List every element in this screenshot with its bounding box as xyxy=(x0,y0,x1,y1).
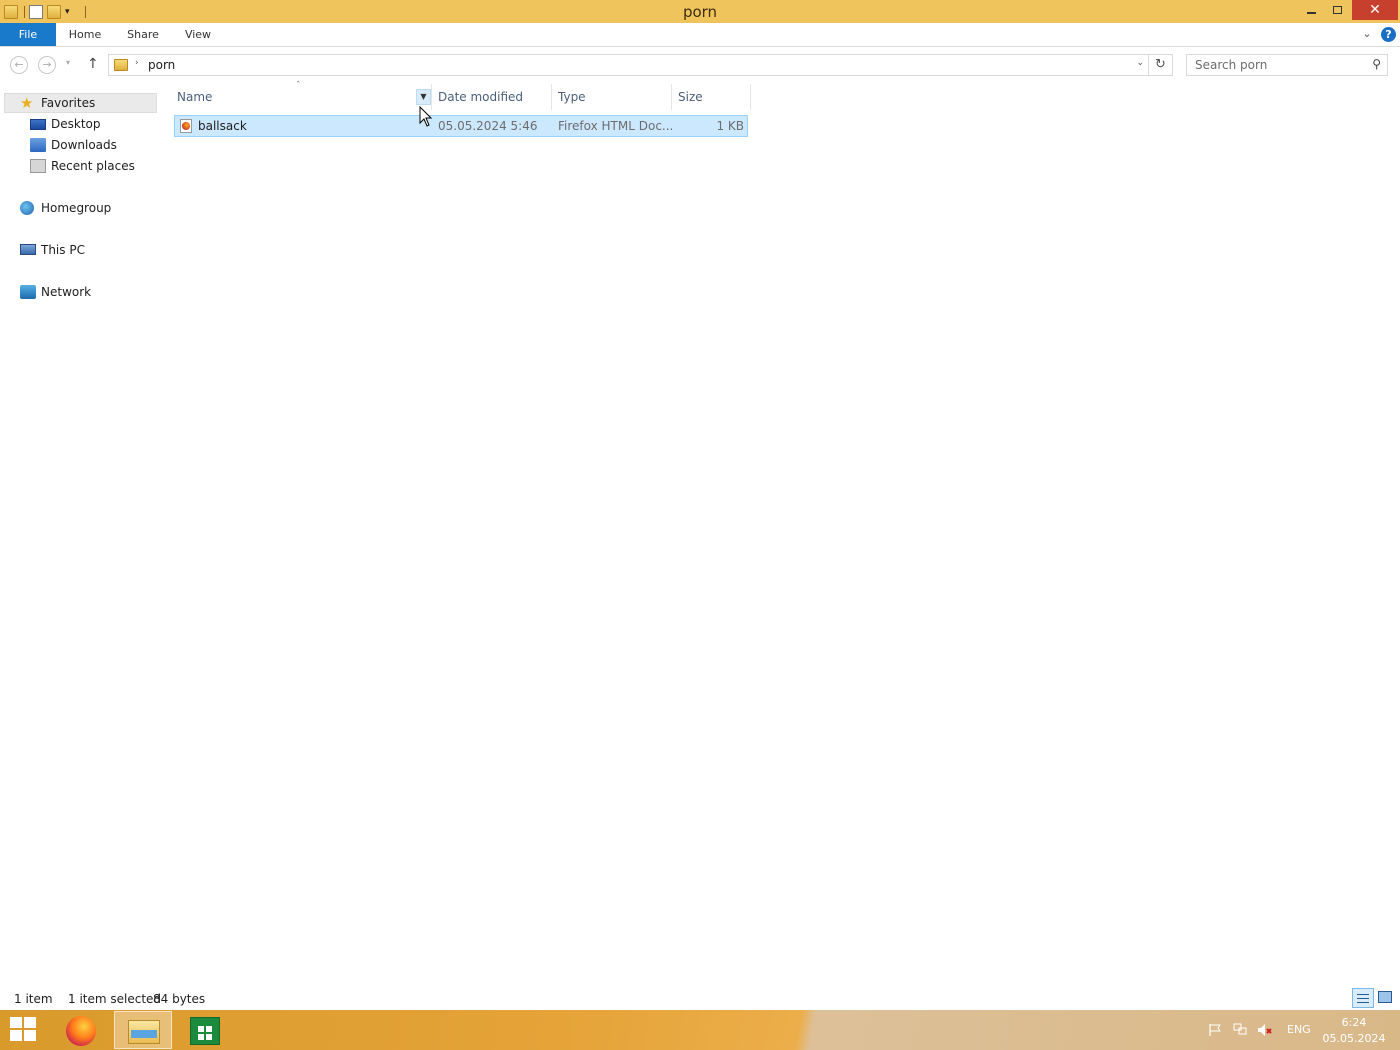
up-button[interactable]: ↑ xyxy=(87,56,99,72)
minimize-button[interactable] xyxy=(1298,0,1324,20)
status-bar: 1 item 1 item selected 84 bytes xyxy=(0,988,1400,1010)
taskbar-firefox[interactable] xyxy=(52,1011,110,1049)
nav-recent-places-label: Recent places xyxy=(51,159,135,173)
file-row-ballsack[interactable]: ballsack 05.05.2024 5:46 Firefox HTML Do… xyxy=(174,115,748,137)
breadcrumb-separator-icon[interactable]: › xyxy=(135,58,139,68)
column-header-date-modified[interactable]: Date modified xyxy=(433,84,552,110)
status-selection: 1 item selected xyxy=(68,992,162,1006)
taskbar: ENG 6:24 05.05.2024 xyxy=(0,1010,1400,1050)
nav-desktop-label: Desktop xyxy=(51,117,101,131)
address-history-chevron-down-icon[interactable]: ⌄ xyxy=(1136,58,1144,68)
column-header-name[interactable]: Name ˆ ▼ xyxy=(172,81,432,110)
back-button[interactable]: ← xyxy=(10,56,28,74)
windows-logo-icon xyxy=(24,1017,36,1028)
title-bar: ▾ porn ✕ xyxy=(0,0,1400,23)
ribbon: File Home Share View ⌄ ? xyxy=(0,23,1400,47)
search-icon[interactable]: ⚲ xyxy=(1372,57,1381,71)
homegroup-icon xyxy=(20,201,34,215)
close-button[interactable]: ✕ xyxy=(1352,0,1398,20)
navigation-pane: ★ Favorites Desktop Downloads Recent pla… xyxy=(0,90,160,990)
clock-time: 6:24 xyxy=(1341,1016,1367,1029)
firefox-icon xyxy=(66,1016,96,1046)
help-icon[interactable]: ? xyxy=(1381,27,1396,42)
file-type: Firefox HTML Doc... xyxy=(558,119,673,133)
status-selection-size: 84 bytes xyxy=(153,992,206,1006)
computer-icon xyxy=(20,244,36,255)
tab-share[interactable]: Share xyxy=(120,23,166,46)
search-box[interactable]: ⚲ xyxy=(1186,54,1388,76)
tab-file[interactable]: File xyxy=(0,23,56,46)
forward-button[interactable]: → xyxy=(38,56,56,74)
details-view-button[interactable] xyxy=(1352,988,1374,1008)
file-size: 1 KB xyxy=(716,119,744,133)
recent-locations-chevron-down-icon[interactable]: ▾ xyxy=(66,58,70,67)
clock-date: 05.05.2024 xyxy=(1322,1032,1386,1045)
nav-this-pc-label: This PC xyxy=(41,243,85,257)
store-logo-icon xyxy=(198,1026,204,1032)
action-center-flag-icon[interactable] xyxy=(1208,1023,1222,1037)
start-button[interactable] xyxy=(10,1017,38,1043)
network-status-icon[interactable] xyxy=(1233,1023,1248,1037)
breadcrumb-porn[interactable]: porn xyxy=(148,58,175,72)
file-date-modified: 05.05.2024 5:46 xyxy=(438,119,538,133)
nav-favorites-label: Favorites xyxy=(41,96,96,110)
file-list[interactable]: Name ˆ ▼ Date modified Type Size ballsac… xyxy=(172,81,1400,984)
file-name: ballsack xyxy=(198,119,247,133)
column-header-name-label: Name xyxy=(177,90,213,104)
navigation-bar: ← → ▾ ↑ › porn ⌄ ↻ ⚲ xyxy=(0,48,1400,82)
input-language[interactable]: ENG xyxy=(1287,1010,1311,1050)
store-icon xyxy=(190,1017,220,1045)
store-logo-icon xyxy=(198,1034,204,1040)
details-view-icon xyxy=(1357,1002,1369,1003)
expand-ribbon-chevron-down-icon[interactable]: ⌄ xyxy=(1360,27,1374,41)
recent-places-icon xyxy=(30,159,46,173)
taskbar-clock[interactable]: 6:24 05.05.2024 xyxy=(1318,1015,1390,1047)
restore-button[interactable] xyxy=(1324,0,1350,20)
taskbar-file-explorer[interactable] xyxy=(114,1011,172,1049)
file-explorer-icon xyxy=(128,1020,160,1044)
downloads-icon xyxy=(30,138,46,152)
sort-ascending-icon: ˆ xyxy=(296,81,301,91)
status-item-count: 1 item xyxy=(14,992,53,1006)
network-icon xyxy=(20,285,36,299)
tab-home[interactable]: Home xyxy=(62,23,108,46)
star-icon: ★ xyxy=(20,94,34,112)
windows-logo-icon xyxy=(10,1017,22,1028)
tab-view[interactable]: View xyxy=(178,23,218,46)
volume-muted-icon[interactable] xyxy=(1257,1023,1273,1037)
restore-icon xyxy=(1332,6,1342,14)
windows-logo-icon xyxy=(24,1030,36,1041)
address-bar[interactable]: › porn ⌄ xyxy=(108,54,1149,76)
column-filter-chevron-down-icon[interactable]: ▼ xyxy=(416,89,431,105)
address-folder-icon xyxy=(114,59,128,71)
taskbar-store[interactable] xyxy=(176,1011,234,1049)
firefox-html-file-icon xyxy=(180,119,192,133)
minimize-icon xyxy=(1306,12,1316,14)
details-view-icon xyxy=(1357,998,1369,999)
column-header-type[interactable]: Type xyxy=(553,84,672,110)
details-view-icon xyxy=(1357,994,1369,995)
desktop-icon xyxy=(30,119,46,130)
mouse-cursor-icon xyxy=(419,106,433,127)
windows-logo-icon xyxy=(10,1030,22,1041)
window-title: porn xyxy=(682,3,718,21)
large-icons-view-button[interactable] xyxy=(1378,991,1392,1003)
nav-downloads-label: Downloads xyxy=(51,138,117,152)
store-logo-icon xyxy=(206,1026,212,1032)
search-input[interactable] xyxy=(1187,55,1363,75)
nav-network-label: Network xyxy=(41,285,92,299)
column-header-size[interactable]: Size xyxy=(673,84,751,110)
refresh-button[interactable]: ↻ xyxy=(1149,54,1173,76)
store-logo-icon xyxy=(206,1034,212,1040)
nav-homegroup-label: Homegroup xyxy=(41,201,112,215)
